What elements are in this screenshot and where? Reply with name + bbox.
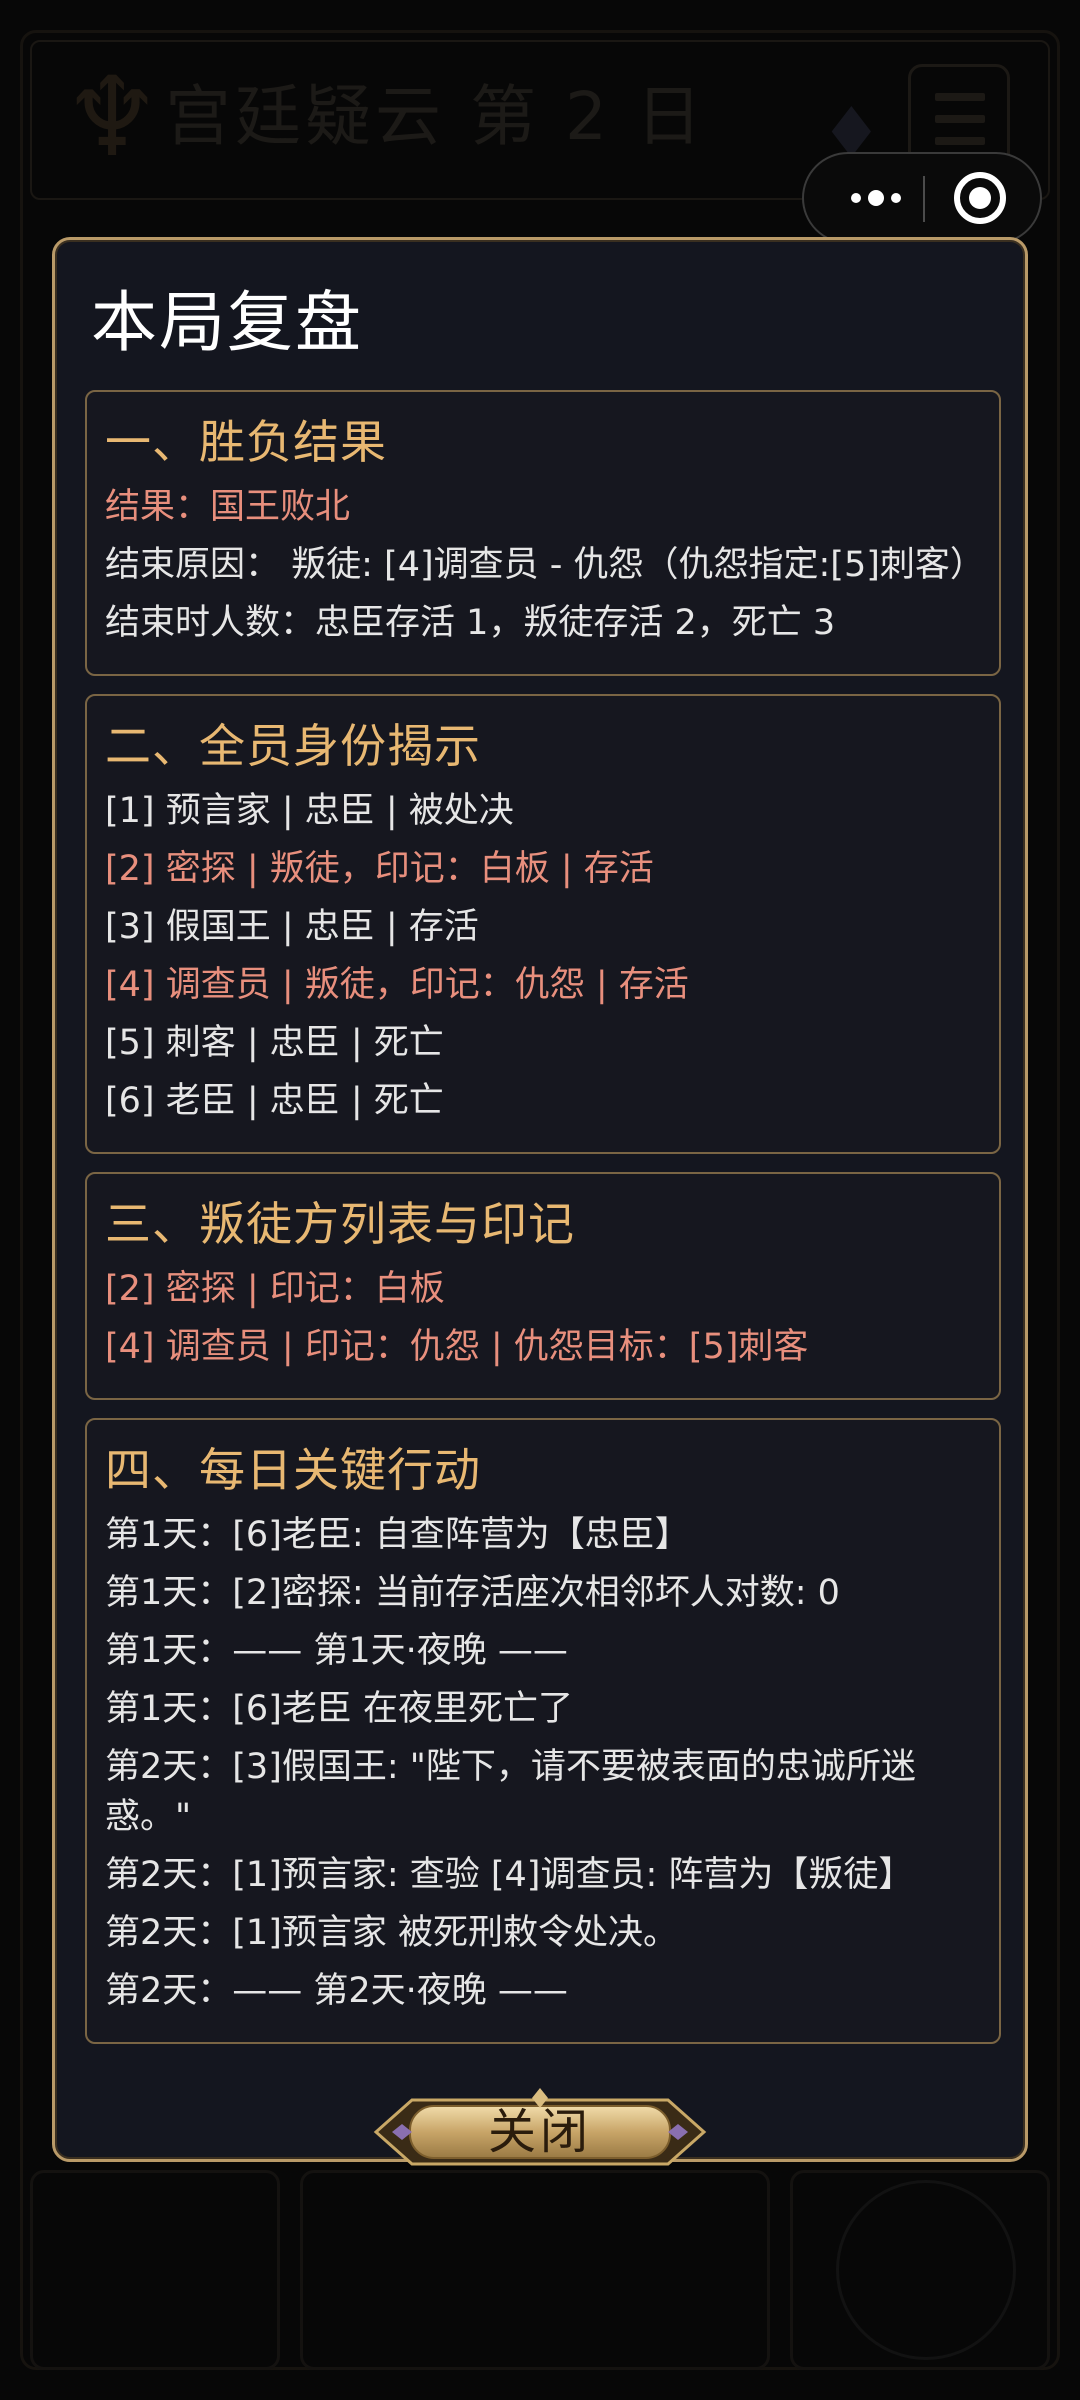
section-heading: 四、每日关键行动 [105, 1443, 481, 1497]
background-round-button [836, 2180, 1016, 2360]
identity-row: [1] 预言家 | 忠臣 | 被处决 [105, 791, 514, 831]
section-daily-actions: 四、每日关键行动 第1天：[6]老臣: 自查阵营为【忠臣】 第1天：[2]密探:… [85, 1418, 1001, 2044]
identity-row: [5] 刺客 | 忠臣 | 死亡 [105, 1023, 444, 1063]
action-row: 第1天：[2]密探: 当前存活座次相邻坏人对数: 0 [105, 1573, 840, 1613]
traitor-row: [4] 调查员 | 印记：仇怨 | 仇怨目标：[5]刺客 [105, 1327, 809, 1367]
review-scroll-area[interactable]: 一、胜负结果 结果：国王败北 结束原因： 叛徒: [4]调查员 - 仇怨（仇怨指… [85, 390, 1001, 2060]
background-bottom-panel [300, 2170, 770, 2370]
action-row: 第2天：[1]预言家 被死刑敕令处决。 [105, 1913, 678, 1953]
target-close-icon[interactable] [954, 172, 1006, 224]
action-row: 第2天：—— 第2天·夜晚 —— [105, 1971, 568, 2011]
background-game-title: 宫廷疑云 第 2 日 [165, 78, 706, 155]
identity-row: [2] 密探 | 叛徒，印记：白板 | 存活 [105, 849, 654, 889]
section-heading: 三、叛徒方列表与印记 [105, 1197, 575, 1251]
section-traitors: 三、叛徒方列表与印记 [2] 密探 | 印记：白板 [4] 调查员 | 印记：仇… [85, 1172, 1001, 1400]
modal-title: 本局复盘 [91, 284, 363, 361]
identity-row: [3] 假国王 | 忠臣 | 存活 [105, 907, 479, 947]
close-button-label: 关闭 [487, 2104, 592, 2160]
close-button[interactable]: 关闭 [372, 2086, 708, 2178]
action-row: 第1天：—— 第1天·夜晚 —— [105, 1631, 568, 1671]
identity-row: [4] 调查员 | 叛徒，印记：仇怨 | 存活 [105, 965, 689, 1005]
result-text: 结果：国王败北 [105, 487, 351, 527]
end-count-text: 结束时人数：忠臣存活 1，叛徒存活 2，死亡 3 [105, 603, 836, 643]
trident-emblem-icon: ♆ [62, 53, 162, 181]
action-row: 第2天：[1]预言家: 查验 [4]调查员: 阵营为【叛徒】 [105, 1855, 914, 1895]
more-dots-icon[interactable] [832, 154, 920, 242]
background-bottom-panel [30, 2170, 280, 2370]
end-reason-text: 结束原因： 叛徒: [4]调查员 - 仇怨（仇怨指定:[5]刺客） [105, 545, 985, 585]
miniprogram-capsule [802, 152, 1042, 244]
action-row: 第1天：[6]老臣 在夜里死亡了 [105, 1689, 573, 1729]
action-row: 第1天：[6]老臣: 自查阵营为【忠臣】 [105, 1515, 690, 1555]
section-heading: 一、胜负结果 [105, 415, 387, 469]
action-row: 第2天：[3]假国王: "陛下，请不要被表面的忠诚所迷惑。" [105, 1747, 916, 1837]
capsule-divider [923, 176, 925, 222]
section-identities: 二、全员身份揭示 [1] 预言家 | 忠臣 | 被处决 [2] 密探 | 叛徒，… [85, 694, 1001, 1154]
review-modal: 本局复盘 一、胜负结果 结果：国王败北 结束原因： 叛徒: [4]调查员 - 仇… [52, 237, 1028, 2162]
traitor-row: [2] 密探 | 印记：白板 [105, 1269, 445, 1309]
section-result: 一、胜负结果 结果：国王败北 结束原因： 叛徒: [4]调查员 - 仇怨（仇怨指… [85, 390, 1001, 676]
identity-row: [6] 老臣 | 忠臣 | 死亡 [105, 1081, 444, 1121]
section-heading: 二、全员身份揭示 [105, 719, 481, 773]
